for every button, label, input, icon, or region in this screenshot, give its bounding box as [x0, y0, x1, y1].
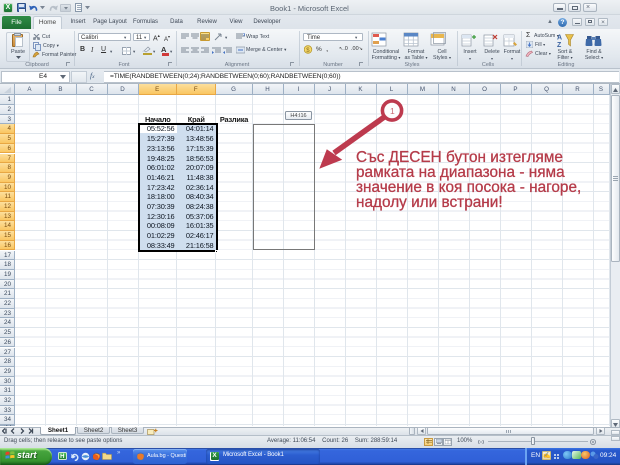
svg-text:1: 1 [390, 106, 395, 116]
